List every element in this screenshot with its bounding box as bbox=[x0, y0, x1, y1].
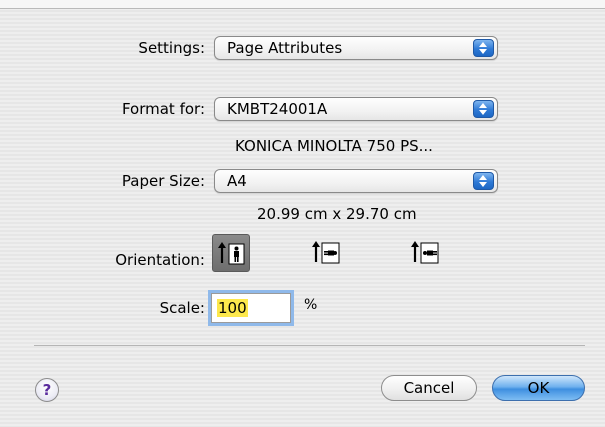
settings-label: Settings: bbox=[138, 39, 205, 57]
paper-size-label: Paper Size: bbox=[121, 172, 205, 190]
orientation-landscape-right-button[interactable] bbox=[406, 234, 444, 272]
landscape-left-orientation-icon bbox=[312, 241, 340, 264]
popup-arrows-icon bbox=[473, 39, 494, 57]
help-button[interactable]: ? bbox=[35, 378, 59, 402]
orientation-landscape-left-button[interactable] bbox=[307, 234, 345, 272]
landscape-right-orientation-icon bbox=[411, 241, 439, 264]
page-setup-dialog: Settings: Page Attributes Format for: KM… bbox=[0, 0, 605, 427]
settings-popup[interactable]: Page Attributes bbox=[214, 36, 498, 60]
format-for-value: KMBT24001A bbox=[227, 100, 328, 118]
format-for-label: Format for: bbox=[121, 100, 205, 118]
format-for-popup[interactable]: KMBT24001A bbox=[214, 97, 498, 121]
portrait-orientation-icon bbox=[218, 242, 245, 265]
paper-size-popup[interactable]: A4 bbox=[214, 169, 498, 193]
separator bbox=[34, 345, 585, 346]
popup-arrows-icon bbox=[473, 100, 494, 118]
paper-size-value: A4 bbox=[227, 172, 247, 190]
cancel-button[interactable]: Cancel bbox=[381, 375, 477, 401]
ok-button[interactable]: OK bbox=[492, 375, 585, 401]
scale-unit: % bbox=[304, 297, 318, 313]
popup-arrows-icon bbox=[473, 172, 494, 190]
scale-input[interactable]: 100 bbox=[211, 293, 291, 323]
settings-value: Page Attributes bbox=[227, 39, 343, 57]
orientation-label: Orientation: bbox=[115, 251, 205, 269]
scale-label: Scale: bbox=[159, 299, 205, 317]
orientation-portrait-button[interactable] bbox=[212, 234, 250, 272]
printer-description: KONICA MINOLTA 750 PS... bbox=[235, 137, 433, 155]
scale-value: 100 bbox=[217, 299, 248, 317]
paper-dimensions: 20.99 cm x 29.70 cm bbox=[257, 205, 417, 223]
